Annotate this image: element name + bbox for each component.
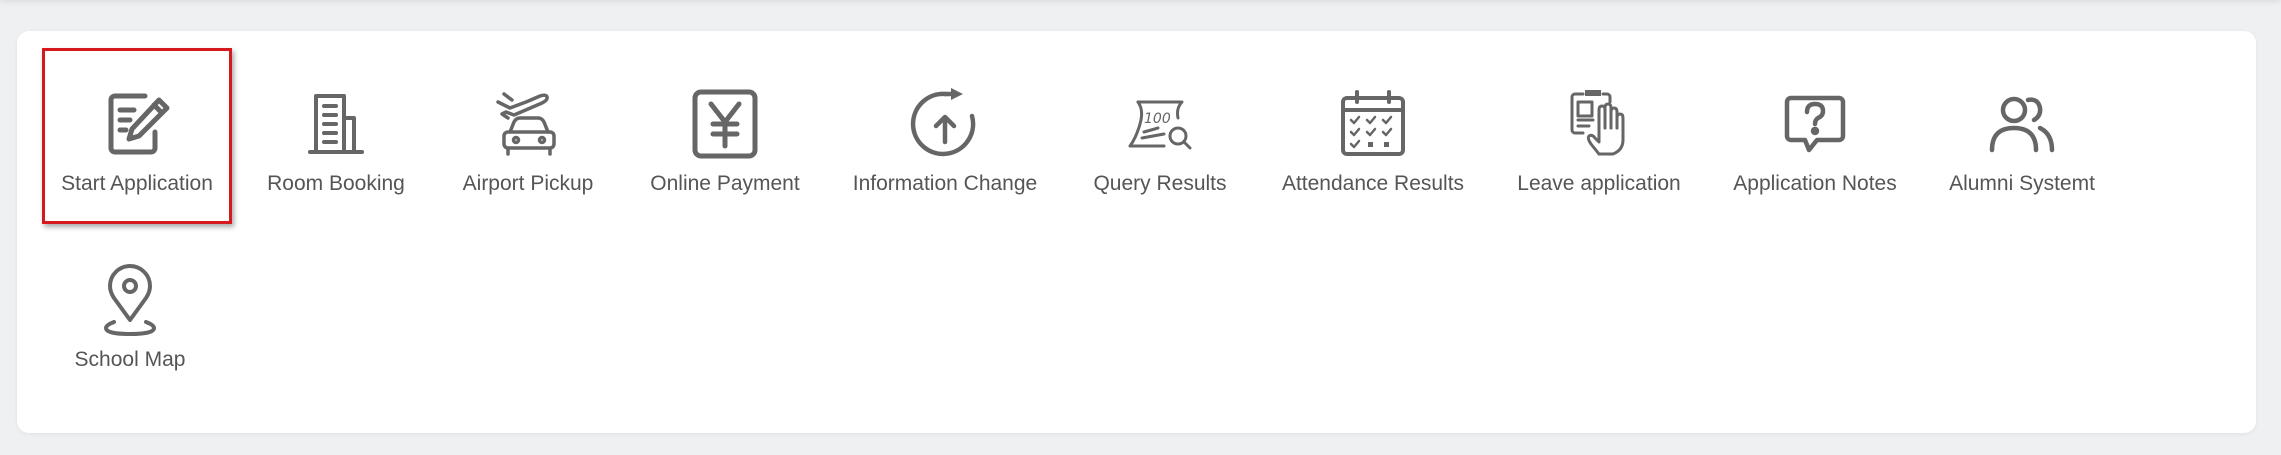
tile-room-booking[interactable]: Room Booking [256,88,416,196]
tile-label: Start Application [61,172,213,195]
building-icon [300,88,372,160]
tile-information-change[interactable]: Information Change [845,88,1045,196]
tile-label: Information Change [852,172,1038,195]
tile-label: Room Booking [267,172,405,195]
yen-icon [689,88,761,160]
calendar-check-icon [1337,88,1409,160]
tile-label: Online Payment [650,172,800,195]
tile-query-results[interactable]: 100 Query Results [1080,88,1240,196]
edit-icon [101,88,173,160]
tile-label: Application Notes [1733,172,1897,195]
tile-application-notes[interactable]: Application Notes [1715,88,1915,196]
tile-label: Alumni Systemt [1949,172,2095,195]
tile-attendance-results[interactable]: Attendance Results [1273,88,1473,196]
tile-label: Attendance Results [1281,172,1465,195]
tile-label: School Map [74,348,186,371]
tile-online-payment[interactable]: Online Payment [645,88,805,196]
question-chat-icon [1779,88,1851,160]
plane-car-icon [492,88,564,160]
tile-alumni-system[interactable]: Alumni Systemt [1922,88,2122,196]
users-icon [1986,88,2058,160]
tile-school-map[interactable]: School Map [50,264,210,372]
hand-document-icon [1563,88,1635,160]
tile-start-application[interactable]: Start Application [57,88,217,196]
tile-airport-pickup[interactable]: Airport Pickup [448,88,608,196]
tile-label: Query Results [1093,172,1227,195]
scroll-search-icon: 100 [1124,88,1196,160]
tile-leave-application[interactable]: Leave application [1499,88,1699,196]
map-pin-icon [94,264,166,336]
refresh-upload-icon [909,88,981,160]
tile-label: Airport Pickup [462,172,594,195]
tile-label: Leave application [1517,172,1681,195]
svg-text:100: 100 [1144,111,1171,127]
